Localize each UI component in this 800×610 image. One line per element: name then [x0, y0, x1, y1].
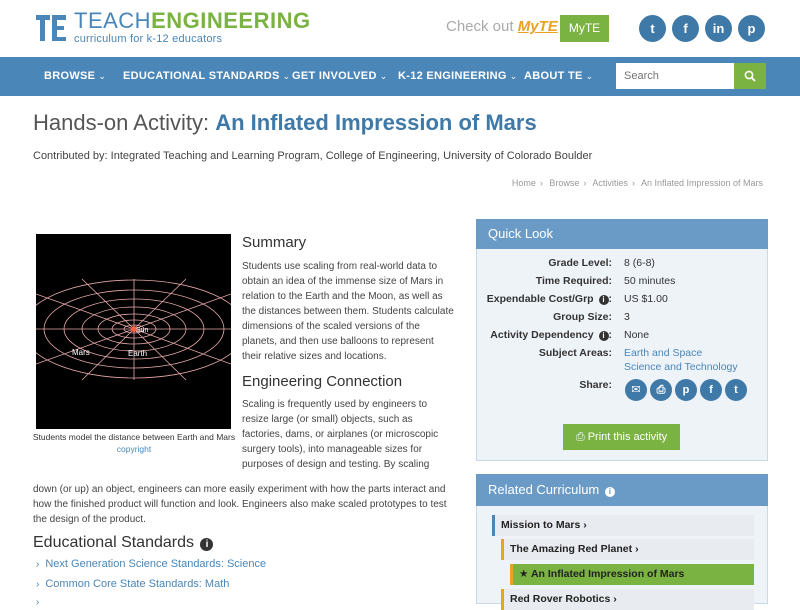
- print-activity-button[interactable]: ⎙ Print this activity: [563, 424, 680, 450]
- nav-about-te[interactable]: ABOUT TE ⌄: [524, 57, 593, 96]
- star-icon: ★: [519, 568, 531, 580]
- breadcrumb-browse[interactable]: Browse: [549, 178, 579, 188]
- image-copyright-link[interactable]: copyright: [26, 444, 242, 454]
- standards-link-ngss[interactable]: › Next Generation Science Standards: Scie…: [36, 558, 266, 570]
- related-item-current[interactable]: ★ An Inflated Impression of Mars: [510, 564, 754, 585]
- myte-promo: Check out MyTE: [446, 18, 558, 35]
- subject-science-technology-link[interactable]: Science and Technology: [624, 361, 738, 373]
- activity-dependency-label: Activity Dependency i:: [490, 329, 612, 341]
- info-icon[interactable]: i: [200, 538, 214, 551]
- logo-tagline: curriculum for k-12 educators: [74, 33, 223, 45]
- svg-text:Sun: Sun: [136, 327, 149, 334]
- svg-text:Mars: Mars: [72, 348, 90, 357]
- printer-icon: ⎙: [575, 431, 588, 443]
- expendable-cost-value: US $1.00: [624, 293, 668, 305]
- chevron-down-icon: ⌄: [585, 71, 594, 81]
- myte-button[interactable]: MyTE: [560, 15, 609, 42]
- site-logo[interactable]: TEACHENGINEERING curriculum for k-12 edu…: [36, 10, 311, 45]
- breadcrumb-current: An Inflated Impression of Mars: [640, 178, 763, 188]
- quick-look-heading: Quick Look: [476, 219, 768, 249]
- engineering-connection-heading: Engineering Connection: [242, 373, 403, 390]
- print-icon[interactable]: ⎙: [650, 379, 672, 401]
- nav-get-involved[interactable]: GET INVOLVED ⌄: [292, 57, 388, 96]
- orbit-spiderweb-image: Sun Mars Earth: [36, 278, 231, 381]
- summary-text: Students use scaling from real-world dat…: [242, 261, 454, 362]
- grade-level-value: 8 (6-8): [624, 257, 655, 269]
- page-title: Hands-on Activity: An Inflated Impressio…: [33, 110, 537, 135]
- myte-link[interactable]: MyTE: [518, 18, 558, 35]
- time-required-label: Time Required:: [535, 275, 612, 287]
- breadcrumb-home[interactable]: Home: [512, 178, 536, 188]
- svg-text:Earth: Earth: [128, 349, 147, 358]
- nav-educational-standards[interactable]: EDUCATIONAL STANDARDS ⌄: [123, 57, 290, 96]
- image-caption: Students model the distance between Eart…: [32, 432, 236, 442]
- related-curriculum-heading: Related Curriculum i: [476, 474, 768, 506]
- engineering-text-bottom: down (or up) an object, engineers can mo…: [33, 484, 447, 525]
- group-size-label: Group Size:: [553, 311, 612, 323]
- grade-level-label: Grade Level:: [548, 257, 612, 269]
- brand-bar: TEACHENGINEERING curriculum for k-12 edu…: [0, 0, 800, 56]
- chevron-right-icon: ›: [583, 519, 587, 531]
- time-required-value: 50 minutes: [624, 275, 676, 287]
- activity-dependency-value: None: [624, 329, 650, 341]
- breadcrumb: Home › Browse › Activities › An Inflated Im…: [511, 178, 763, 188]
- engineering-text-top: Scaling is frequently used by engineers …: [242, 399, 439, 470]
- twitter-icon[interactable]: t: [725, 379, 747, 401]
- info-icon[interactable]: i: [598, 295, 609, 305]
- chevron-right-icon: ›: [36, 597, 40, 608]
- linkedin-icon[interactable]: in: [705, 15, 732, 42]
- standards-link-more[interactable]: ›: [36, 596, 45, 608]
- contributor-line: Contributed by: Integrated Teaching and …: [33, 150, 593, 162]
- twitter-icon[interactable]: t: [639, 15, 666, 42]
- expendable-cost-label: Expendable Cost/Grp i:: [486, 293, 612, 305]
- nav-k12-engineering[interactable]: K-12 ENGINEERING ⌄: [398, 57, 518, 96]
- breadcrumb-activities[interactable]: Activities: [592, 178, 628, 188]
- facebook-icon[interactable]: f: [700, 379, 722, 401]
- standards-link-ccss[interactable]: › Common Core State Standards: Math: [36, 578, 229, 590]
- pinterest-icon[interactable]: p: [738, 15, 765, 42]
- logo-title: TEACHENGINEERING: [74, 8, 311, 33]
- subject-areas-label: Subject Areas:: [538, 347, 612, 359]
- info-icon[interactable]: i: [598, 331, 609, 341]
- chevron-right-icon: ›: [635, 543, 639, 555]
- educational-standards-heading: Educational Standards i: [33, 534, 214, 552]
- chevron-right-icon: ›: [613, 593, 617, 605]
- chevron-down-icon: ⌄: [509, 71, 518, 81]
- chevron-right-icon: ›: [36, 579, 40, 590]
- logo-mark-icon: [36, 12, 68, 44]
- related-item-amazing-red-planet[interactable]: The Amazing Red Planet ›: [501, 539, 754, 560]
- search-button[interactable]: [734, 63, 766, 89]
- chevron-down-icon: ⌄: [282, 71, 291, 81]
- nav-browse[interactable]: BROWSE ⌄: [44, 57, 106, 96]
- main-nav: BROWSE ⌄ EDUCATIONAL STANDARDS ⌄ GET INVOL…: [0, 57, 800, 96]
- email-icon[interactable]: ✉: [625, 379, 647, 401]
- summary-heading: Summary: [242, 234, 307, 251]
- search-input[interactable]: [616, 63, 734, 89]
- chevron-right-icon: ›: [36, 559, 40, 570]
- activity-image[interactable]: Sun Mars Earth: [36, 234, 231, 429]
- related-item-mission-to-mars[interactable]: Mission to Mars ›: [492, 515, 754, 536]
- subject-earth-space-link[interactable]: Earth and Space: [624, 347, 702, 359]
- facebook-icon[interactable]: f: [672, 15, 699, 42]
- group-size-value: 3: [624, 311, 630, 323]
- share-label: Share:: [579, 379, 612, 391]
- search-icon: [744, 70, 756, 82]
- info-icon[interactable]: i: [604, 487, 615, 497]
- chevron-down-icon: ⌄: [98, 71, 107, 81]
- chevron-down-icon: ⌄: [379, 71, 388, 81]
- pinterest-icon[interactable]: p: [675, 379, 697, 401]
